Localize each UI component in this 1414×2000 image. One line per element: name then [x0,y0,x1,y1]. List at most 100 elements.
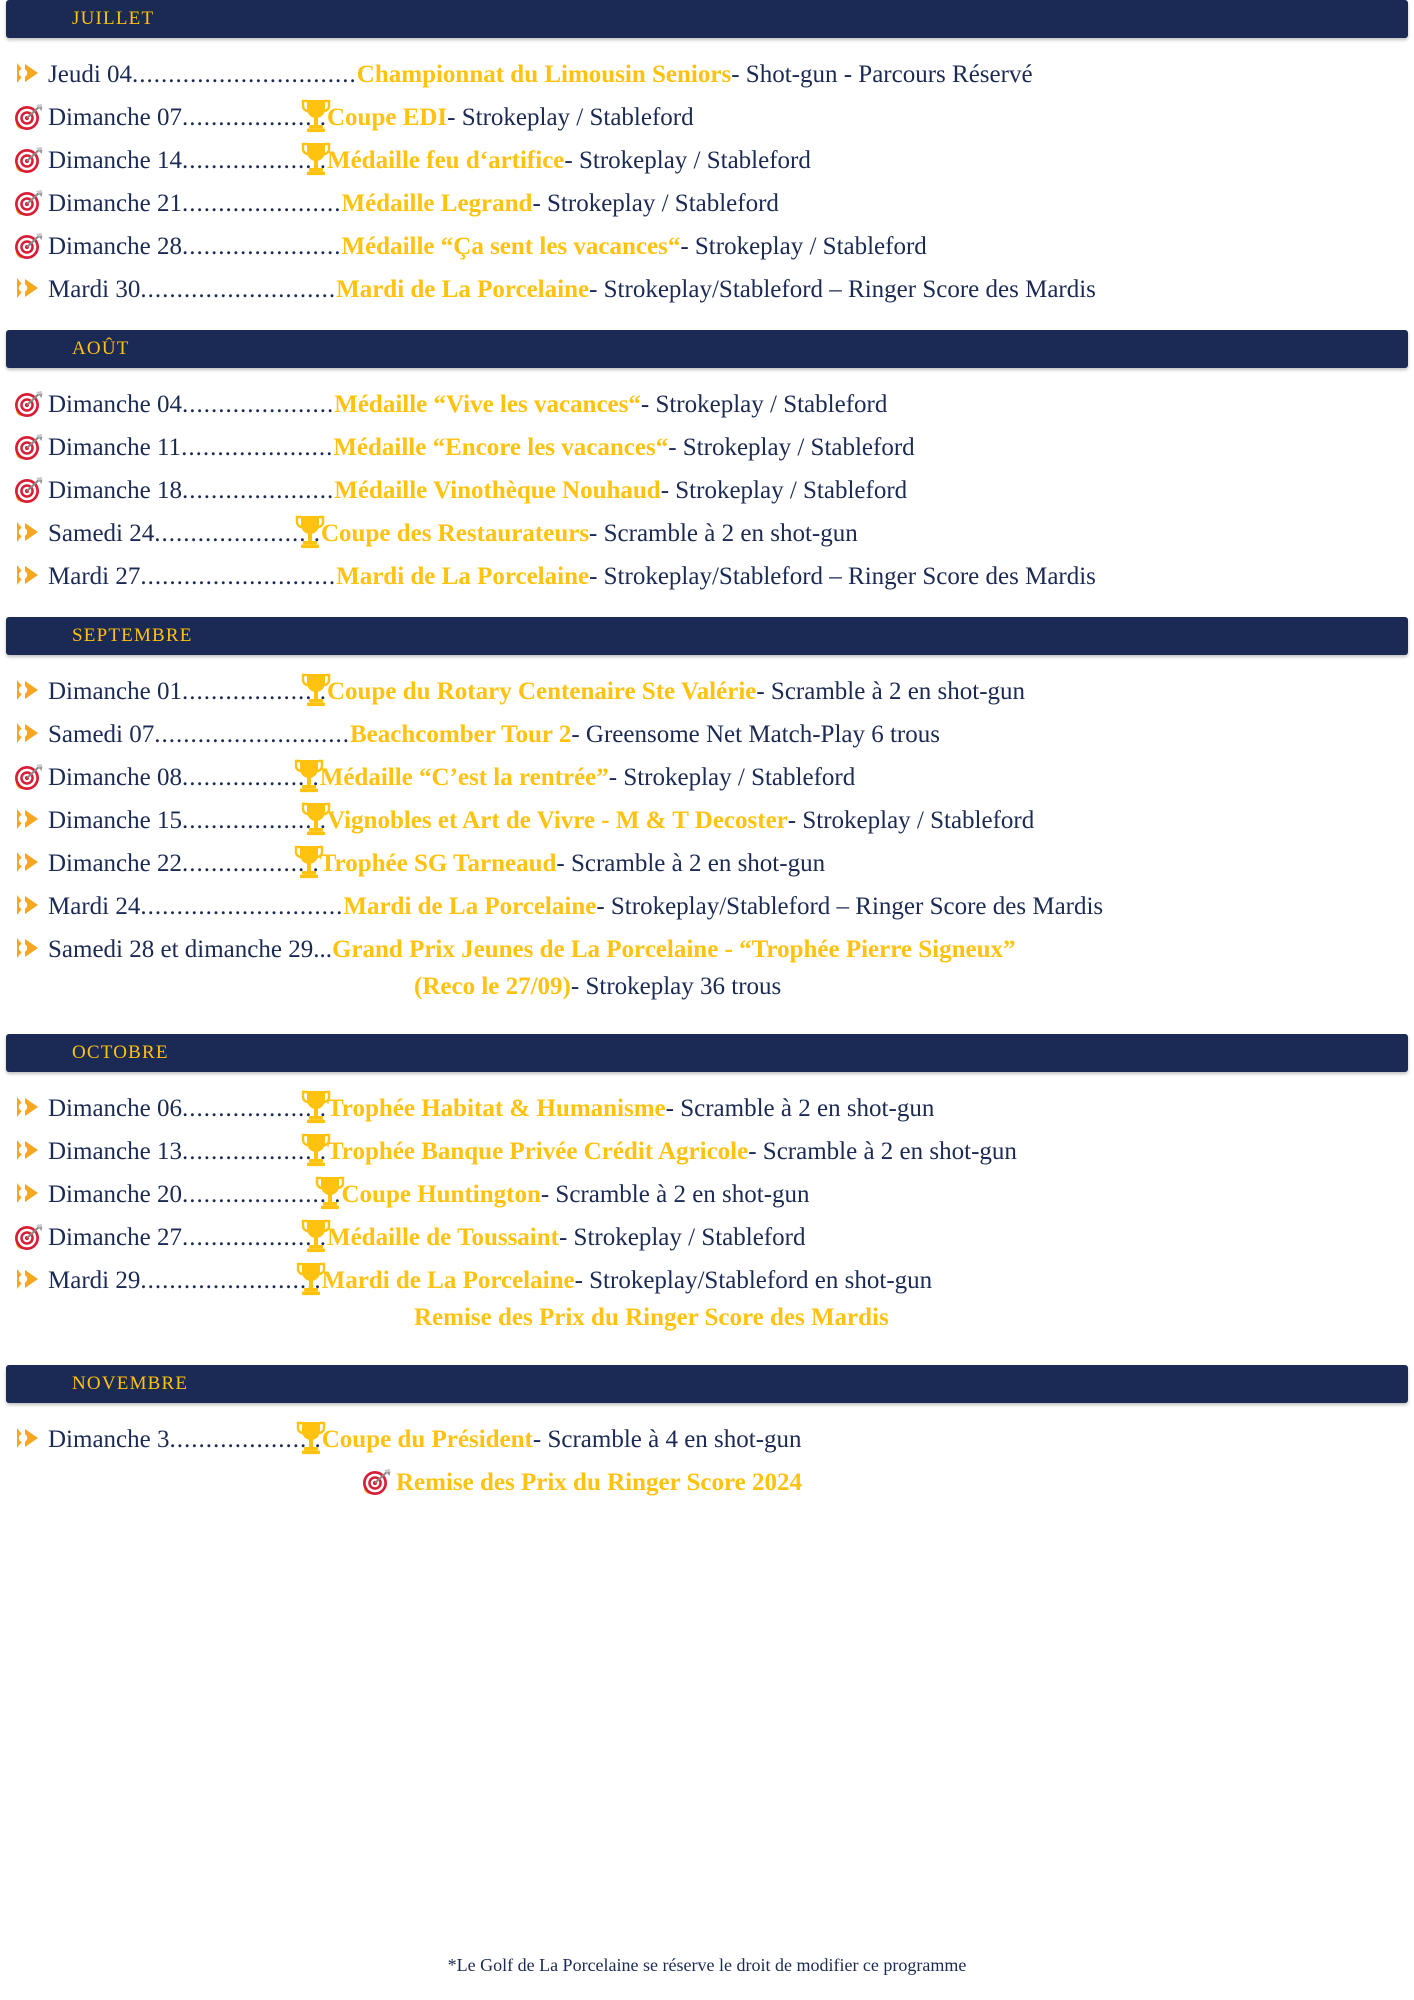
month-header-novembre: NOVEMBRE [6,1365,1408,1403]
event-title: Coupe Huntington [341,1181,541,1208]
event-format: - Scramble à 2 en shot-gun [540,1181,810,1208]
header-gap [0,1403,1414,1421]
target-bullet-icon [14,1223,44,1250]
month-label: AOÛT [72,338,130,359]
event-date: Dimanche 27 [48,1224,182,1251]
event-row[interactable]: Dimanche 06 .................... Trophée… [0,1090,1414,1133]
dot-leader: ..................... [181,478,335,503]
trophy-icon [301,97,331,137]
event-format: - Strokeplay/Stableford – Ringer Score d… [589,563,1096,590]
arrow-bullet-icon [14,1180,44,1206]
month-label: SEPTEMBRE [72,625,193,646]
event-row[interactable]: Samedi 24 ....................... Coupe … [0,515,1414,558]
event-row[interactable]: Dimanche 08 ................... Médaille… [0,759,1414,802]
event-title: Championnat du Limousin Seniors [356,61,732,88]
event-format: - Scramble à 2 en shot-gun [748,1138,1017,1165]
event-row[interactable]: Samedi 07 ........................... Be… [0,716,1414,759]
arrow-bullet-icon [14,935,44,961]
event-title: Vignobles et Art de Vivre - M & T Decost… [326,807,788,834]
event-date: Dimanche 3 [48,1426,170,1453]
event-row[interactable]: Dimanche 04 ..................... Médail… [0,386,1414,429]
event-row[interactable]: Dimanche 28 ...................... Médai… [0,228,1414,271]
arrow-bullet-icon [14,806,44,832]
event-row[interactable]: Dimanche 11 ..................... Médail… [0,429,1414,472]
event-row[interactable]: Mardi 29 ......................... Mardi… [0,1262,1414,1305]
event-row[interactable]: Jeudi 04 ...............................… [0,56,1414,99]
event-format: - Strokeplay / Stableford [787,807,1035,834]
event-row[interactable]: Dimanche 20 ...................... Coupe… [0,1176,1414,1219]
arrow-bullet-icon [14,1266,44,1292]
dot-leader: ...................... [181,191,342,216]
dot-leader: ........................... [154,722,350,747]
continuation-format: - Strokeplay 36 trous [570,973,782,1000]
month-label: OCTOBRE [72,1042,169,1063]
event-date: Dimanche 08 [48,764,182,791]
event-title: Médaille “Ça sent les vacances“ [341,233,681,260]
calendar-content: JUILLET Jeudi 04 .......................… [0,0,1414,1508]
event-title: Coupe du Président [321,1426,533,1453]
event-title: Grand Prix Jeunes de La Porcelaine - “Tr… [331,936,1016,963]
event-title: Médaille feu d‘artifice [326,147,565,174]
event-row[interactable]: Mardi 24 ............................ Ma… [0,888,1414,931]
event-title: Médaille de Toussaint [326,1224,559,1251]
target-bullet-icon [14,390,44,417]
event-title: Trophée SG Tarneaud [319,850,557,877]
dot-leader: ........................... [140,564,337,589]
event-format: - Scramble à 2 en shot-gun [756,678,1026,705]
event-row[interactable]: Dimanche 14 .................... Médaill… [0,142,1414,185]
event-row[interactable]: Dimanche 13 .................... Trophée… [0,1133,1414,1176]
event-format: - Strokeplay / Stableford [532,190,779,217]
event-date: Mardi 29 [48,1267,141,1294]
arrow-bullet-icon [14,1425,44,1451]
event-title: Mardi de La Porcelaine [321,1267,575,1294]
event-date: Samedi 07 [48,721,155,748]
event-title: Médaille “Vive les vacances“ [334,391,641,418]
event-row[interactable]: Dimanche 07 .................... Coupe E… [0,99,1414,142]
trophy-icon [315,1174,345,1214]
continuation-title: (Reco le 27/09) [414,973,571,1000]
event-row[interactable]: Mardi 30 ........................... Mar… [0,271,1414,314]
event-row[interactable]: Dimanche 01 .................... Coupe d… [0,673,1414,716]
continuation-title: Remise des Prix du Ringer Score 2024 [396,1469,802,1496]
month-label: JUILLET [72,8,155,29]
arrow-bullet-icon [14,1137,44,1163]
trophy-icon [301,800,331,840]
event-row[interactable]: Dimanche 3 ..................... Coupe d… [0,1421,1414,1464]
event-format: - Strokeplay / Stableford [564,147,811,174]
event-date: Dimanche 07 [48,104,182,131]
event-format: - Scramble à 2 en shot-gun [589,520,858,547]
event-date: Dimanche 28 [48,233,182,260]
event-row[interactable]: Dimanche 21 ...................... Médai… [0,185,1414,228]
event-format: - Strokeplay / Stableford [680,233,927,260]
event-title: Coupe des Restaurateurs [321,520,590,547]
event-row[interactable]: Dimanche 22 ................... Trophée … [0,845,1414,888]
trophy-icon [296,1419,326,1459]
continuation-title: Remise des Prix du Ringer Score des Mard… [414,1304,889,1331]
trophy-icon [294,843,324,883]
target-bullet-icon [362,1468,392,1495]
event-date: Dimanche 06 [48,1095,182,1122]
event-date: Dimanche 21 [48,190,182,217]
event-row[interactable]: Mardi 27 ........................... Mar… [0,558,1414,601]
event-format: - Scramble à 4 en shot-gun [532,1426,802,1453]
arrow-bullet-icon [14,562,44,588]
event-row[interactable]: Samedi 28 et dimanche 29... Grand Prix J… [0,931,1414,974]
event-continuation-row: Remise des Prix du Ringer Score des Mard… [0,1305,1414,1349]
event-format: - Greensome Net Match-Play 6 trous [571,721,940,748]
calendar-page: JUILLET Jeudi 04 .......................… [0,0,1414,2000]
event-format: - Strokeplay / Stableford [608,764,856,791]
event-row[interactable]: Dimanche 15 .................... Vignobl… [0,802,1414,845]
event-row[interactable]: Dimanche 18 ..................... Médail… [0,472,1414,515]
event-date: Dimanche 15 [48,807,182,834]
dot-leader: ......................... [140,1268,322,1293]
event-date: Jeudi 04 [48,61,133,88]
event-row[interactable]: Dimanche 27 .................... Médaill… [0,1219,1414,1262]
event-title: Mardi de La Porcelaine [336,276,590,303]
trophy-icon [301,671,331,711]
arrow-bullet-icon [14,677,44,703]
arrow-bullet-icon [14,892,44,918]
trophy-icon [295,513,325,553]
